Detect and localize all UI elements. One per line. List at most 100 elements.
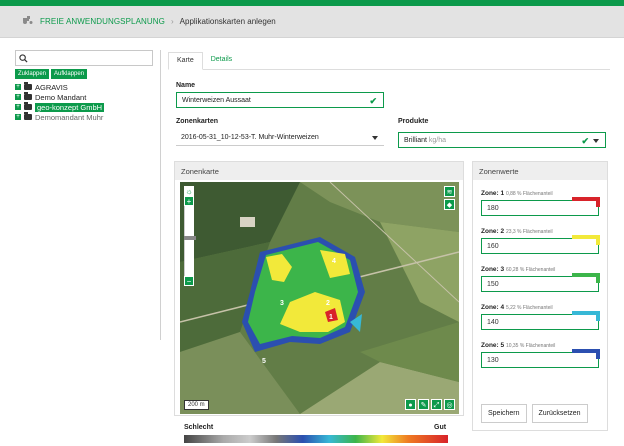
layers-icon[interactable]: ≋ (444, 186, 455, 197)
tree-item-label: Demomandant Muhr (35, 112, 104, 122)
expand-icon[interactable]: + (15, 94, 21, 100)
zone-label-5: 5 (262, 358, 266, 365)
tenant-tree: + AGRAVIS + Demo Mandant + geo-konzept G… (15, 82, 155, 122)
folder-icon (24, 82, 32, 90)
zone-value-input[interactable]: 140 (481, 311, 600, 330)
tree-item-label: geo-konzept GmbH (35, 102, 105, 112)
tree-item-label: AGRAVIS (35, 82, 68, 92)
zone-label: Zone: 3 (481, 266, 505, 273)
zone-color-swatch (596, 311, 600, 321)
folder-icon (24, 92, 32, 100)
folder-icon (24, 102, 32, 110)
zone-value-input[interactable]: 160 (481, 235, 600, 254)
color-gradient-bar (184, 435, 448, 443)
zone-value-input[interactable]: 180 (481, 197, 600, 216)
zone-map[interactable]: 4 3 2 1 5 ☼ + − ≋ ◆ ● ✎ ⤢ ◎ 200 m (180, 182, 459, 414)
reset-button[interactable]: Zurücksetzen (531, 404, 588, 423)
zoom-slider[interactable] (184, 206, 196, 276)
zone-label: Zone: 5 (481, 342, 505, 349)
zone-percent: 23,3 % Flächenanteil (505, 229, 553, 235)
produkte-select[interactable]: Brilliant kg/ha ✔ (398, 132, 606, 148)
breadcrumb: FREIE ANWENDUNGSPLANUNG › Applikationska… (22, 16, 276, 26)
tractor-icon (22, 16, 34, 26)
zone-value-input[interactable]: 150 (481, 273, 600, 292)
produkte-value: Brilliant (404, 137, 427, 144)
zoom-out-button[interactable]: − (184, 276, 194, 286)
zone-label: Zone: 4 (481, 304, 505, 311)
zonenkarten-value: 2016-05-31_10-12-53-T. Muhr-Winterweizen (181, 134, 319, 141)
check-icon: ✔ (581, 136, 589, 146)
produkte-unit: kg/ha (428, 137, 447, 144)
zone-item: Zone: 1 0,88 % Flächenanteil 180 (481, 190, 601, 216)
zone-label-3: 3 (280, 300, 284, 307)
tree-item-selected[interactable]: + geo-konzept GmbH (15, 102, 155, 112)
breadcrumb-home-link[interactable]: FREIE ANWENDUNGSPLANUNG (40, 17, 165, 26)
zone-percent: 60,28 % Flächenanteil (505, 267, 556, 273)
zone-label: Zone: 2 (481, 228, 505, 235)
gradient-right-label: Gut (434, 424, 447, 431)
sidebar: Zuklappen Aufklappen + AGRAVIS + Demo Ma… (15, 50, 155, 122)
zone-color-swatch (596, 197, 600, 207)
produkte-label: Produkte (398, 118, 429, 125)
search-input[interactable] (15, 50, 153, 66)
resize-icon[interactable]: ⤢ (431, 399, 442, 410)
zone-color-swatch (596, 349, 600, 359)
compass-icon[interactable]: ☼ (184, 186, 194, 196)
zone-label-4: 4 (332, 258, 336, 265)
zone-label-1: 1 (329, 314, 333, 321)
folder-icon (24, 112, 32, 120)
zone-item: Zone: 3 60,28 % Flächenanteil 150 (481, 266, 601, 292)
save-button[interactable]: Speichern (481, 404, 527, 423)
expand-button[interactable]: Aufklappen (51, 69, 88, 79)
zonenkarten-label: Zonenkarten (176, 118, 219, 125)
zone-values-title: Zonenwerte (473, 162, 607, 180)
zone-item: Zone: 5 10,35 % Flächenanteil 130 (481, 342, 601, 368)
zone-color-swatch (596, 273, 600, 283)
sidebar-divider (160, 50, 161, 340)
tree-item[interactable]: + Demomandant Muhr (15, 112, 155, 122)
name-field[interactable]: Winterweizen Aussaat ✔ (176, 92, 384, 108)
gradient-left-label: Schlecht (184, 424, 214, 431)
location-pin-icon[interactable]: ● (405, 399, 416, 410)
satellite-imagery (180, 182, 459, 414)
name-label: Name (176, 82, 196, 89)
tab-details[interactable]: Details (203, 52, 240, 70)
tree-item-label: Demo Mandant (35, 92, 87, 102)
zone-item: Zone: 2 23,3 % Flächenanteil 160 (481, 228, 601, 254)
fullscreen-icon[interactable]: ◎ (444, 399, 455, 410)
chevron-down-icon (372, 136, 378, 140)
expand-icon[interactable]: + (15, 114, 21, 120)
zone-value: 150 (487, 281, 499, 288)
pencil-icon[interactable]: ✎ (418, 399, 429, 410)
tree-item[interactable]: + Demo Mandant (15, 92, 155, 102)
tree-item[interactable]: + AGRAVIS (15, 82, 155, 92)
zonenkarten-select[interactable]: 2016-05-31_10-12-53-T. Muhr-Winterweizen (176, 130, 384, 146)
zone-color-swatch (596, 235, 600, 245)
zone-label: Zone: 1 (481, 190, 505, 197)
zone-label-2: 2 (326, 300, 330, 307)
zone-percent: 10,35 % Flächenanteil (505, 343, 556, 349)
zoom-slider-thumb[interactable] (184, 236, 196, 240)
breadcrumb-separator: › (170, 16, 174, 26)
tab-karte[interactable]: Karte (168, 52, 203, 70)
check-icon: ✔ (369, 96, 377, 106)
zone-values-panel: Zonenwerte Zone: 1 0,88 % Flächenanteil … (472, 161, 608, 431)
breadcrumb-current: Applikationskarten anlegen (179, 16, 276, 26)
zone-map-panel: Zonenkarte 4 3 2 1 5 ☼ + − ≋ ◆ ● ✎ ⤢ ◎ 2… (174, 161, 464, 416)
zone-value-input[interactable]: 130 (481, 349, 600, 368)
zone-value: 180 (487, 205, 499, 212)
zone-item: Zone: 4 5,22 % Flächenanteil 140 (481, 304, 601, 330)
chevron-down-icon (593, 139, 599, 143)
zone-value: 130 (487, 357, 499, 364)
tag-icon[interactable]: ◆ (444, 199, 455, 210)
name-value: Winterweizen Aussaat (182, 97, 251, 104)
expand-icon[interactable]: + (15, 104, 21, 110)
map-scale-bar: 200 m (184, 400, 209, 410)
collapse-button[interactable]: Zuklappen (15, 69, 50, 79)
zoom-in-button[interactable]: + (184, 196, 194, 206)
search-icon (19, 54, 28, 63)
expand-icon[interactable]: + (15, 84, 21, 90)
header-bar: FREIE ANWENDUNGSPLANUNG › Applikationska… (0, 6, 624, 38)
tab-bar: Karte Details (168, 52, 610, 70)
zone-percent: 5,22 % Flächenanteil (505, 305, 553, 311)
